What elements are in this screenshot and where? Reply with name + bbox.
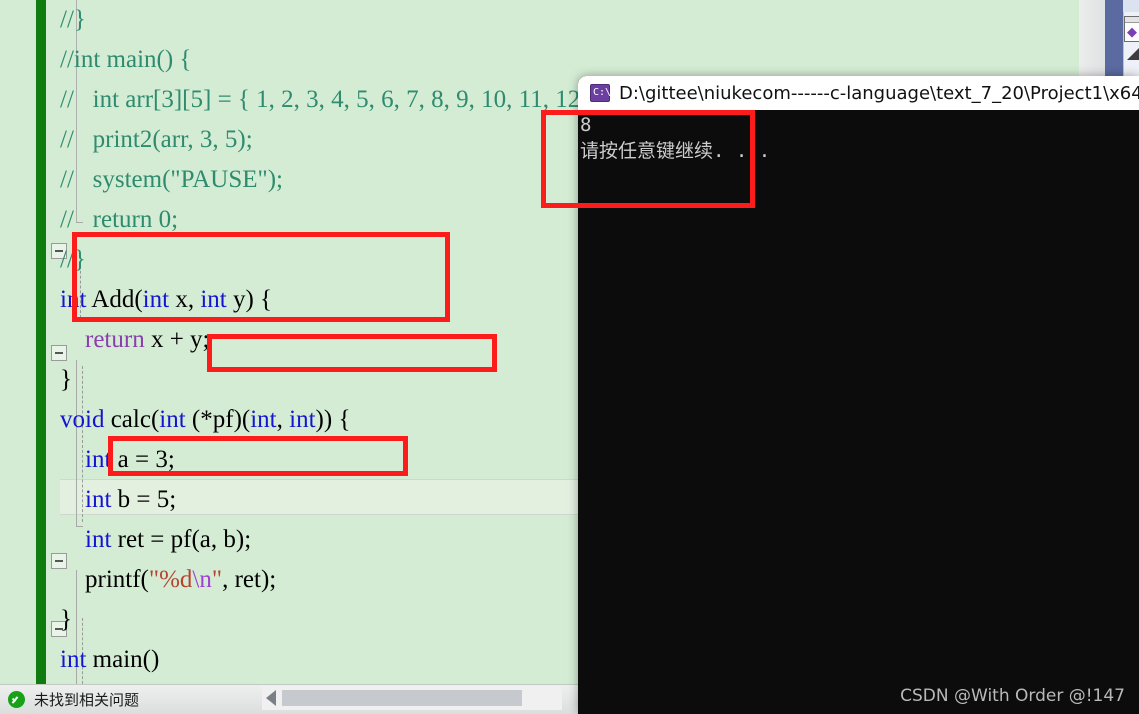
code-token: int: [60, 646, 87, 673]
editor-left-margin: [0, 0, 36, 684]
screen-root: //}//int main() {// int arr[3][5] = { 1,…: [0, 0, 1139, 714]
project-glyph-icon: ◆: [1127, 25, 1137, 40]
horizontal-scrollbar[interactable]: [262, 686, 562, 710]
code-token: int: [289, 406, 316, 433]
change-indicator-bar: [36, 0, 46, 684]
code-token: calc(: [104, 406, 160, 433]
code-token: int: [85, 526, 112, 553]
code-token: \n: [192, 566, 212, 593]
code-token: //}: [60, 246, 86, 273]
code-token: //}: [60, 6, 86, 33]
status-message: 未找到相关问题: [34, 691, 140, 709]
code-token: main(): [86, 646, 160, 673]
code-token: y) {: [226, 286, 273, 313]
console-titlebar[interactable]: D:\gittee\niukecom------c-language\text_…: [578, 76, 1139, 110]
solution-explorer-titlebar: [1123, 0, 1139, 12]
code-token: int: [142, 286, 170, 313]
code-token: int: [200, 286, 227, 313]
scroll-left-arrow-icon[interactable]: [266, 690, 276, 706]
code-token: b = 5;: [111, 486, 177, 513]
resize-grip-icon[interactable]: [1127, 48, 1139, 60]
code-token: // system("PAUSE");: [60, 166, 283, 193]
code-token: ": [211, 566, 223, 593]
code-token: void: [60, 406, 105, 433]
code-token: x + y;: [144, 326, 210, 353]
code-token: Add(: [86, 286, 143, 313]
code-token: int: [85, 446, 112, 473]
console-output-area[interactable]: 8 请按任意键继续. . . CSDN @With Order @!147: [578, 110, 1139, 714]
code-line: //int main() {: [60, 40, 1079, 80]
code-token: int: [159, 406, 186, 433]
code-token: )) {: [315, 406, 351, 433]
code-token: // print2(arr, 3, 5);: [60, 126, 253, 153]
code-token: int: [60, 286, 87, 313]
code-token: // return 0;: [60, 206, 179, 233]
watermark-text: CSDN @With Order @!147: [900, 686, 1125, 706]
console-app-icon: [590, 84, 611, 102]
code-token: ret = pf(a, b);: [111, 526, 252, 553]
code-token: //int main() {: [60, 46, 192, 73]
check-circle-icon: [8, 691, 25, 708]
scrollbar-thumb[interactable]: [282, 690, 522, 706]
code-token: a = 3;: [111, 446, 175, 473]
code-line: //}: [60, 0, 1079, 40]
code-token: "%d: [148, 566, 193, 593]
code-token: return: [85, 326, 145, 353]
console-title-text: D:\gittee\niukecom------c-language\text_…: [619, 82, 1139, 104]
code-token: printf(: [60, 566, 149, 593]
code-token: x,: [169, 286, 201, 313]
code-token: }: [60, 606, 72, 633]
console-output-line: 请按任意键继续. . .: [580, 140, 771, 162]
code-token: int: [85, 486, 112, 513]
code-token: , ret);: [222, 566, 277, 593]
code-token: ,: [276, 406, 290, 433]
code-token: (*pf)(: [185, 406, 251, 433]
code-token: int: [250, 406, 277, 433]
console-output-line: 8: [580, 114, 592, 136]
code-token: }: [60, 366, 72, 393]
console-window[interactable]: D:\gittee\niukecom------c-language\text_…: [578, 76, 1139, 714]
